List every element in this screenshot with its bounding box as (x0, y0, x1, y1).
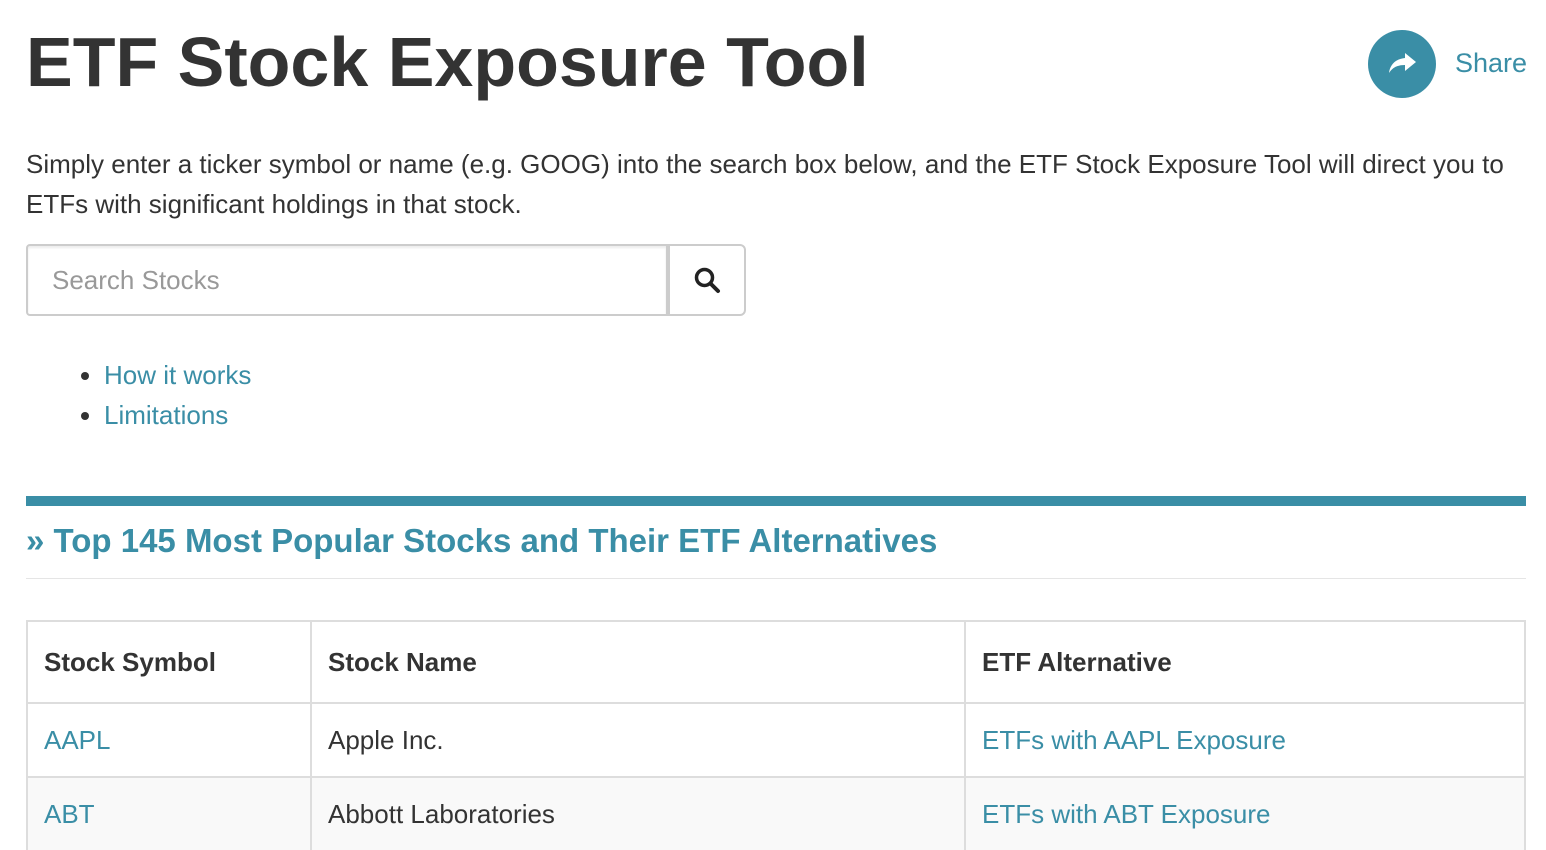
search-input[interactable] (26, 244, 668, 316)
table-row: ABT Abbott Laboratories ETFs with ABT Ex… (28, 776, 1524, 850)
list-item: How it works (104, 355, 251, 395)
share-link[interactable]: Share (1455, 46, 1527, 80)
section-title-link[interactable]: » Top 145 Most Popular Stocks and Their … (26, 522, 937, 559)
list-item: Limitations (104, 395, 251, 435)
etf-exposure-link[interactable]: ETFs with AAPL Exposure (982, 725, 1286, 755)
column-header-etf: ETF Alternative (964, 622, 1524, 704)
column-header-name: Stock Name (310, 622, 966, 704)
name-cell: Apple Inc. (310, 702, 966, 778)
symbol-link[interactable]: ABT (44, 799, 95, 829)
share-button[interactable] (1368, 30, 1436, 98)
section-underline (26, 578, 1526, 579)
help-links: How it works Limitations (26, 355, 251, 435)
column-header-symbol: Stock Symbol (28, 622, 312, 704)
search-form (26, 244, 746, 316)
table-header-row: Stock Symbol Stock Name ETF Alternative (28, 622, 1524, 704)
page-title: ETF Stock Exposure Tool (26, 23, 869, 101)
how-it-works-link[interactable]: How it works (104, 360, 251, 390)
stocks-table-container: Stock Symbol Stock Name ETF Alternative … (26, 620, 1526, 850)
intro-text: Simply enter a ticker symbol or name (e.… (26, 149, 1504, 219)
page: ETF Stock Exposure Tool Share Simply ent… (0, 0, 1546, 850)
symbol-link[interactable]: AAPL (44, 725, 111, 755)
section-title: » Top 145 Most Popular Stocks and Their … (26, 519, 937, 563)
symbol-cell: AAPL (28, 702, 312, 778)
search-icon (694, 267, 720, 293)
etf-cell: ETFs with AAPL Exposure (964, 702, 1524, 778)
etf-exposure-link[interactable]: ETFs with ABT Exposure (982, 799, 1271, 829)
name-cell: Abbott Laboratories (310, 776, 966, 850)
table-row: AAPL Apple Inc. ETFs with AAPL Exposure (28, 702, 1524, 778)
search-button[interactable] (668, 244, 746, 316)
etf-cell: ETFs with ABT Exposure (964, 776, 1524, 850)
stocks-table: Stock Symbol Stock Name ETF Alternative … (28, 622, 1524, 850)
section-divider (26, 496, 1526, 506)
limitations-link[interactable]: Limitations (104, 400, 228, 430)
share-arrow-icon (1389, 53, 1416, 73)
symbol-cell: ABT (28, 776, 312, 850)
